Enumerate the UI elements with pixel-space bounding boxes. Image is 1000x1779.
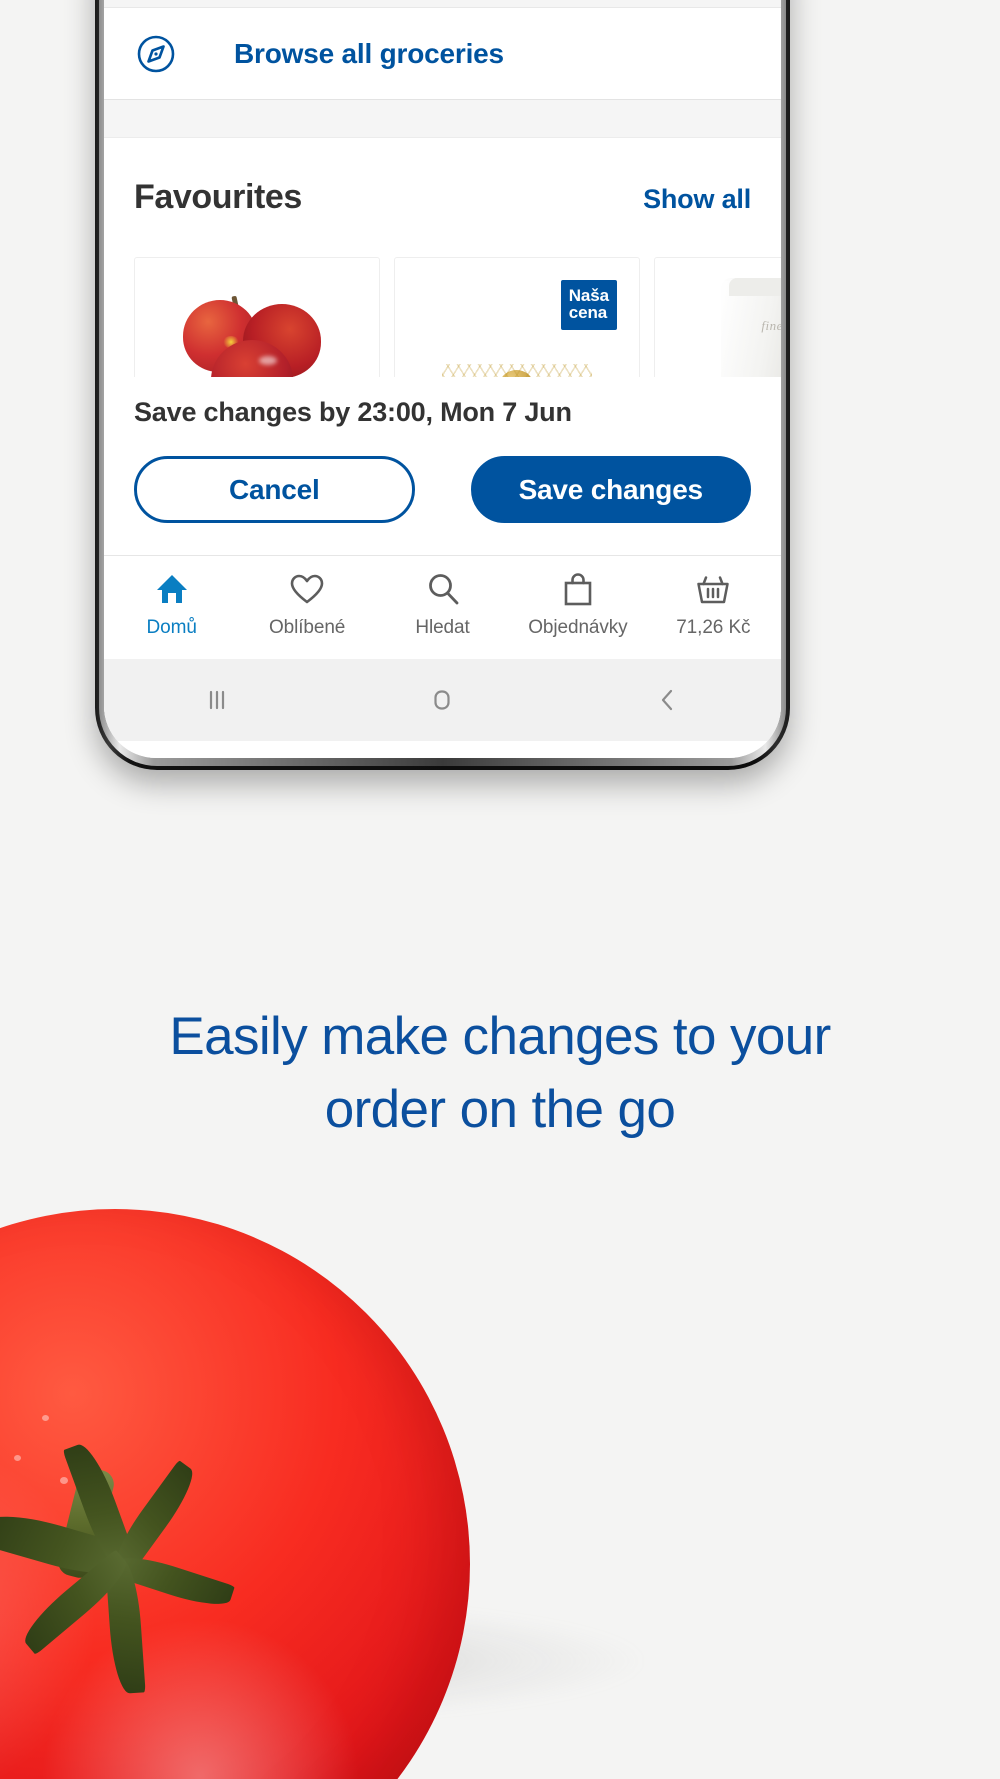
bag-top-seal (729, 278, 781, 296)
basket-icon (695, 570, 731, 608)
bag-icon (562, 570, 594, 608)
nav-item-home-label: Domů (146, 617, 197, 638)
favourites-show-all-link[interactable]: Show all (643, 184, 751, 215)
potato-net-pattern (442, 364, 592, 377)
home-square-icon[interactable] (407, 677, 477, 723)
home-icon (155, 570, 189, 608)
product-tile-finest-bag[interactable]: finest konferenc a bio Harden (654, 257, 781, 377)
back-chevron-icon[interactable] (633, 677, 703, 723)
nav-item-search-label: Hledat (415, 617, 470, 638)
favourites-carousel[interactable]: Naša cena fin (104, 217, 781, 377)
save-deadline-text: Save changes by 23:00, Mon 7 Jun (134, 397, 572, 427)
heart-icon (289, 570, 325, 608)
save-changes-bar: Save changes by 23:00, Mon 7 Jun Cancel … (104, 377, 781, 555)
browse-all-groceries-label: Browse all groceries (234, 37, 504, 69)
phone-screen: Browse all groceries Favourites Show all (104, 0, 781, 758)
product-tile-apples[interactable] (134, 257, 380, 377)
compass-icon (134, 32, 178, 76)
nav-item-search[interactable]: Hledat (375, 570, 510, 639)
product-tile-potatoes[interactable]: Naša cena (394, 257, 640, 377)
android-system-nav (104, 659, 781, 741)
phone-mockup: Browse all groceries Favourites Show all (95, 0, 790, 770)
tomato-body (0, 1209, 470, 1779)
nav-item-basket-label: 71,26 Kč (676, 617, 751, 638)
nav-item-basket[interactable]: 71,26 Kč (646, 570, 781, 639)
search-icon (426, 570, 460, 608)
bottom-navigation-bar: Domů Oblíbené Hledat Objednávky 71,26 Kč (104, 555, 781, 659)
grocery-app: Browse all groceries Favourites Show all (104, 0, 781, 758)
finest-bag-image: finest konferenc a bio Harden (721, 278, 781, 377)
nav-item-home[interactable]: Domů (104, 570, 239, 639)
favourites-title: Favourites (134, 178, 302, 216)
apples-image (177, 292, 337, 377)
section-divider (104, 100, 781, 138)
save-bar-actions: Cancel Save changes (134, 428, 751, 555)
tomato-photo (0, 1099, 1000, 1779)
favourites-header: Favourites Show all (104, 138, 781, 217)
browse-all-groceries-row[interactable]: Browse all groceries (104, 8, 781, 100)
nasa-cena-badge-line1: Naša (568, 286, 609, 305)
nav-item-orders-label: Objednávky (528, 617, 628, 638)
app-content-above-fold (104, 0, 781, 8)
nasa-cena-badge: Naša cena (560, 280, 617, 330)
recents-icon[interactable] (182, 677, 252, 723)
nav-item-favourites[interactable]: Oblíbené (239, 570, 374, 639)
promo-page: Browse all groceries Favourites Show all (0, 0, 1000, 1779)
cancel-button[interactable]: Cancel (134, 456, 415, 523)
nav-item-favourites-label: Oblíbené (268, 617, 346, 638)
finest-brand-label: finest (761, 318, 781, 333)
nasa-cena-badge-line2: cena (568, 303, 608, 323)
save-changes-button[interactable]: Save changes (470, 456, 751, 523)
potatoes-image (442, 364, 592, 377)
tomato-calyx (0, 1414, 286, 1714)
nav-item-orders[interactable]: Objednávky (510, 570, 645, 639)
